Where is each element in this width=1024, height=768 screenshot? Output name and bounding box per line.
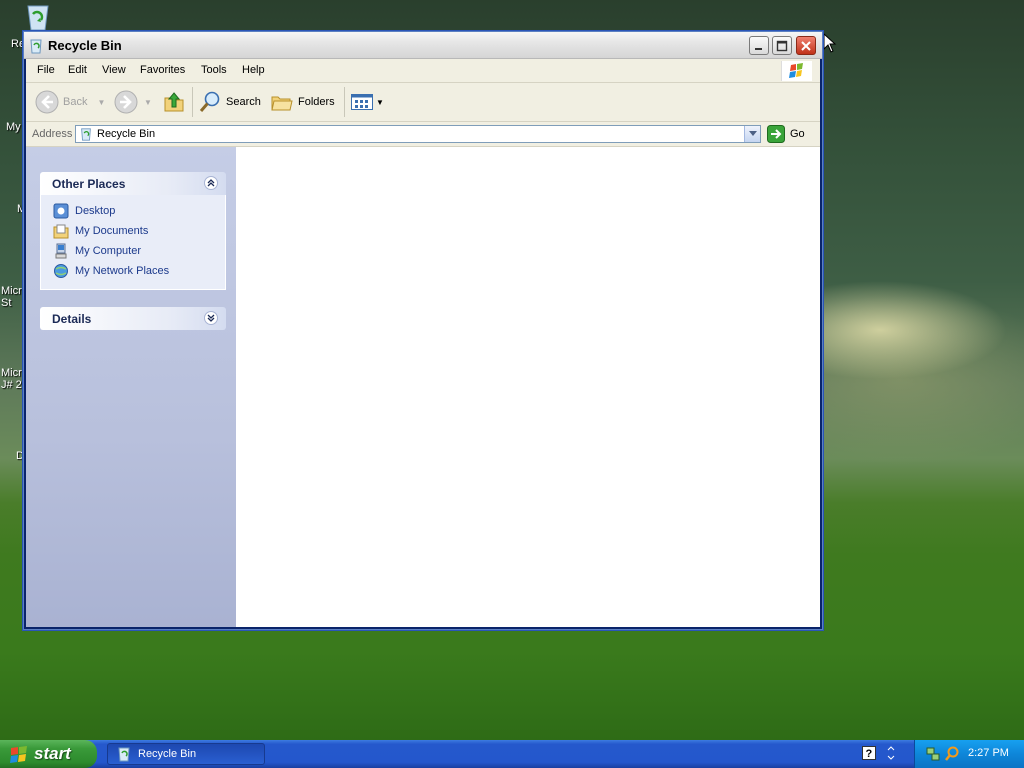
explorer-body: Other Places Desktop My Documents My Com… bbox=[26, 147, 820, 627]
back-arrow-icon bbox=[35, 90, 59, 114]
window-client: File Edit View Favorites Tools Help Back… bbox=[26, 59, 820, 627]
link-label: My Network Places bbox=[75, 265, 170, 277]
details-header[interactable]: Details bbox=[40, 307, 226, 330]
recycle-bin-desktop-icon[interactable] bbox=[22, 2, 54, 32]
close-button[interactable] bbox=[796, 36, 816, 55]
details-title: Details bbox=[52, 312, 92, 326]
taskbar: start Recycle Bin ? 2:27 PM bbox=[0, 740, 1024, 768]
notification-expand-icon[interactable] bbox=[886, 745, 896, 761]
up-folder-icon bbox=[164, 92, 184, 112]
start-button[interactable]: start bbox=[0, 740, 97, 768]
recycle-bin-icon bbox=[30, 39, 42, 54]
system-tray: 2:27 PM bbox=[914, 740, 1024, 768]
menu-help[interactable]: Help bbox=[242, 64, 265, 76]
file-list-area[interactable] bbox=[236, 147, 820, 627]
other-places-title: Other Places bbox=[52, 177, 126, 191]
back-label: Back bbox=[63, 96, 88, 108]
other-places-list: Desktop My Documents My Computer My Netw… bbox=[40, 195, 226, 290]
menu-view[interactable]: View bbox=[102, 64, 126, 76]
link-my-computer[interactable]: My Computer bbox=[41, 241, 225, 261]
toolbar: Back ▼ ▼ Search Folders ▼ bbox=[26, 83, 820, 122]
search-button[interactable]: Search bbox=[198, 90, 261, 114]
views-button[interactable]: ▼ bbox=[350, 90, 384, 114]
help-icon[interactable]: ? bbox=[862, 746, 876, 760]
other-places-header[interactable]: Other Places bbox=[40, 172, 226, 195]
address-label: Address bbox=[32, 128, 73, 140]
search-icon bbox=[199, 91, 220, 112]
views-dropdown-icon: ▼ bbox=[376, 97, 384, 107]
network-places-icon bbox=[54, 264, 68, 278]
up-folder-button[interactable] bbox=[162, 90, 186, 114]
start-label: start bbox=[34, 744, 71, 763]
menu-file[interactable]: File bbox=[37, 64, 55, 76]
desktop-icon-label[interactable]: My bbox=[6, 121, 21, 133]
forward-dropdown-icon[interactable]: ▼ bbox=[144, 98, 152, 107]
folders-icon bbox=[271, 96, 293, 111]
recycle-bin-icon bbox=[118, 747, 130, 762]
folders-label: Folders bbox=[298, 96, 335, 108]
toolbar-separator bbox=[344, 87, 345, 117]
details-panel: Details bbox=[40, 307, 226, 330]
windows-logo-icon bbox=[781, 61, 812, 81]
minimize-icon bbox=[755, 47, 762, 50]
views-icon bbox=[351, 94, 373, 110]
chevron-down-icon bbox=[748, 131, 757, 136]
recycle-bin-icon bbox=[81, 128, 91, 141]
task-pane: Other Places Desktop My Documents My Com… bbox=[26, 147, 236, 627]
close-icon bbox=[801, 40, 811, 51]
forward-button[interactable]: ▼ bbox=[114, 90, 152, 114]
address-dropdown-button[interactable] bbox=[744, 126, 760, 142]
desktop-icon-label[interactable]: Micro St bbox=[1, 285, 28, 309]
mouse-cursor-icon bbox=[823, 33, 837, 53]
network-tray-icon[interactable] bbox=[925, 746, 941, 762]
taskbar-item-recycle-bin[interactable]: Recycle Bin bbox=[107, 743, 265, 765]
svg-text:?: ? bbox=[866, 748, 873, 760]
minimize-button[interactable] bbox=[749, 36, 769, 55]
collapse-button[interactable] bbox=[204, 176, 218, 190]
link-label: Desktop bbox=[75, 205, 116, 217]
menu-tools[interactable]: Tools bbox=[201, 64, 227, 76]
search-tray-icon[interactable] bbox=[944, 746, 960, 762]
desktop-icon bbox=[53, 203, 69, 219]
go-arrow-icon bbox=[767, 125, 785, 143]
back-dropdown-icon[interactable]: ▼ bbox=[97, 98, 105, 107]
expand-button[interactable] bbox=[204, 311, 218, 325]
title-bar[interactable]: Recycle Bin bbox=[24, 32, 822, 59]
back-button[interactable]: Back ▼ bbox=[35, 90, 105, 114]
go-button[interactable]: Go bbox=[767, 124, 805, 144]
forward-arrow-icon bbox=[114, 90, 138, 114]
search-label: Search bbox=[226, 96, 261, 108]
desktop-icon-label[interactable]: Micro J# 2 bbox=[1, 367, 28, 391]
my-computer-icon bbox=[55, 243, 67, 259]
link-desktop[interactable]: Desktop bbox=[41, 201, 225, 221]
menu-bar: File Edit View Favorites Tools Help bbox=[26, 59, 820, 83]
link-label: My Computer bbox=[75, 245, 142, 257]
menu-edit[interactable]: Edit bbox=[68, 64, 87, 76]
link-my-network-places[interactable]: My Network Places bbox=[41, 261, 225, 281]
address-input[interactable]: Recycle Bin bbox=[75, 125, 761, 143]
window-title: Recycle Bin bbox=[48, 38, 122, 53]
maximize-icon bbox=[776, 40, 788, 51]
address-bar: Address Recycle Bin Go bbox=[26, 122, 820, 147]
folders-button[interactable]: Folders bbox=[270, 90, 335, 114]
taskbar-item-label: Recycle Bin bbox=[138, 748, 197, 760]
toolbar-separator bbox=[192, 87, 193, 117]
chevron-double-down-icon bbox=[207, 314, 215, 322]
maximize-button[interactable] bbox=[772, 36, 792, 55]
my-documents-icon bbox=[53, 224, 69, 239]
chevron-double-up-icon bbox=[207, 179, 215, 187]
link-my-documents[interactable]: My Documents bbox=[41, 221, 225, 241]
address-value: Recycle Bin bbox=[97, 128, 156, 140]
go-label: Go bbox=[790, 128, 805, 140]
windows-logo-icon bbox=[10, 746, 27, 763]
menu-favorites[interactable]: Favorites bbox=[140, 64, 185, 76]
other-places-panel: Other Places Desktop My Documents My Com… bbox=[40, 172, 226, 290]
clock[interactable]: 2:27 PM bbox=[968, 747, 1009, 759]
link-label: My Documents bbox=[75, 225, 149, 237]
explorer-window: Recycle Bin File Edit View Favorites Too… bbox=[23, 31, 823, 630]
